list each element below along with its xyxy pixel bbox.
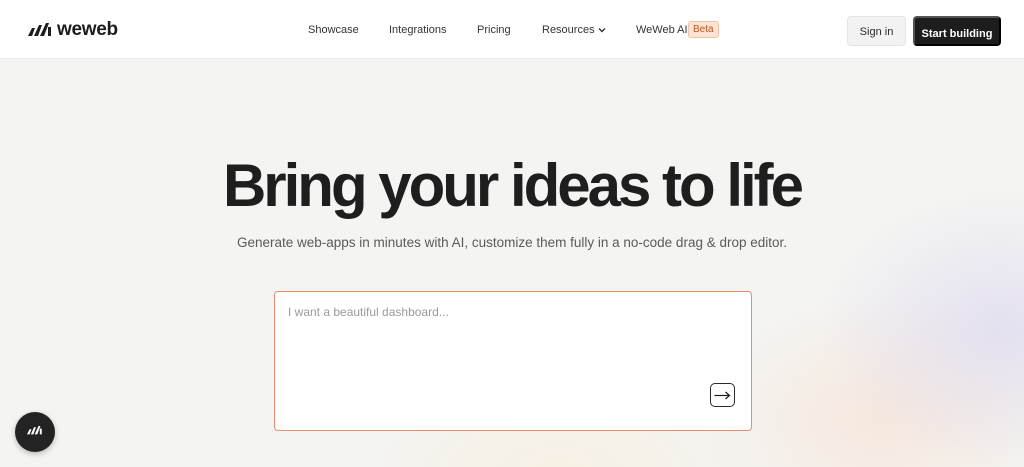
nav-showcase[interactable]: Showcase [308,23,359,37]
chevron-down-icon [598,23,606,37]
hero-title: Bring your ideas to life [222,152,804,219]
start-building-button[interactable]: Start building [913,16,1001,46]
chat-widget-button[interactable] [15,412,55,452]
nav-pricing[interactable]: Pricing [477,23,511,37]
brand-logo[interactable]: weweb [28,19,118,41]
weweb-logo-icon [27,423,43,441]
nav-resources[interactable]: Resources [542,23,606,37]
sign-in-button[interactable]: Sign in [847,16,906,46]
nav-resources-label: Resources [542,24,595,36]
hero-subtitle: Generate web-apps in minutes with AI, cu… [236,235,788,250]
nav-integrations[interactable]: Integrations [389,23,446,37]
arrow-right-icon [714,388,731,403]
prompt-box [274,291,752,431]
brand-name: weweb [57,19,118,40]
nav-weweb-ai[interactable]: WeWeb AI [636,23,688,37]
weweb-logo-icon [28,22,53,38]
prompt-submit-button[interactable] [710,383,735,407]
beta-badge: Beta [688,21,719,38]
prompt-input[interactable] [288,305,708,385]
site-header: weweb Showcase Integrations Pricing Reso… [0,0,1024,59]
